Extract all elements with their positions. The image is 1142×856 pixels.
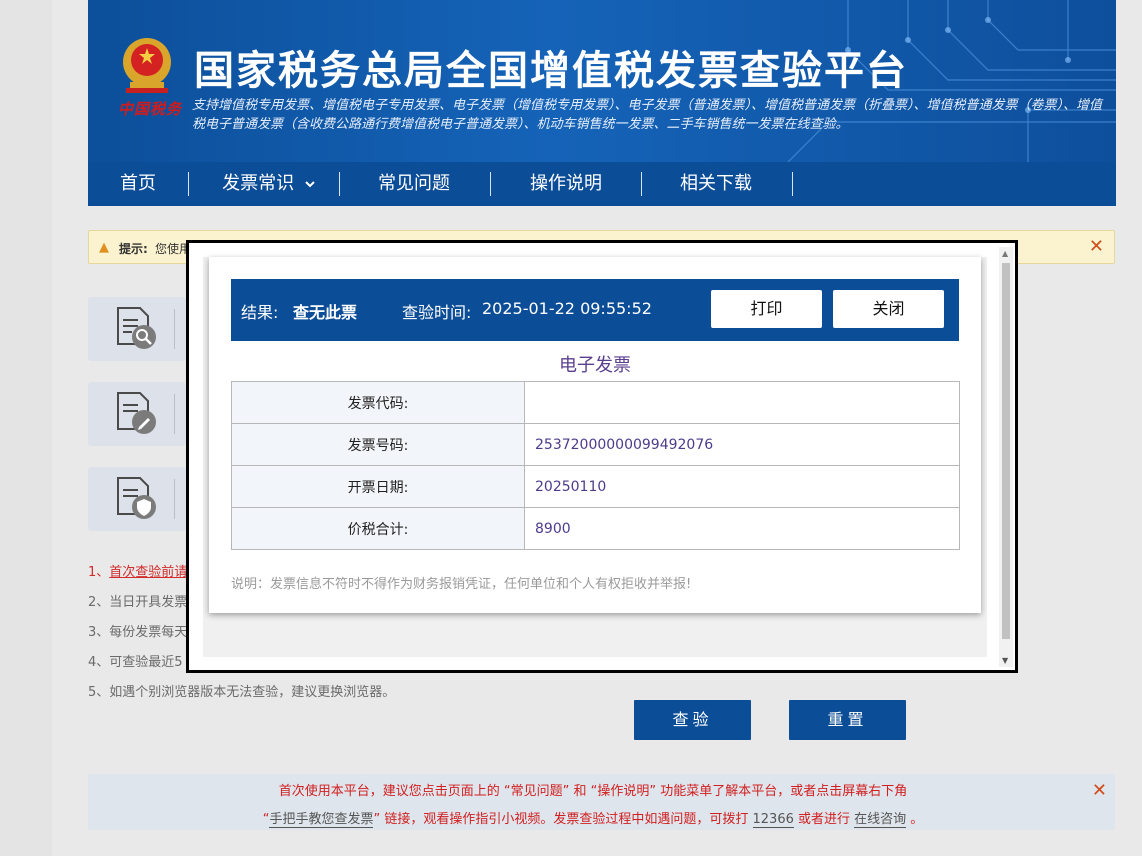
nav-item-home[interactable]: 首页 (102, 162, 174, 206)
invoice-number-value: 25372000000099492076 (524, 423, 960, 466)
close-icon[interactable]: ✕ (1092, 780, 1107, 801)
total-amount-label: 价税合计: (231, 507, 525, 550)
nav-divider (792, 172, 793, 196)
side-card-shield[interactable] (88, 467, 186, 531)
side-card-edit[interactable] (88, 382, 186, 446)
table-row: 开票日期: 20250110 (231, 465, 960, 508)
nav-divider (490, 172, 491, 196)
nav-item-downloads[interactable]: 相关下载 (666, 162, 766, 206)
document-shield-icon (117, 477, 156, 519)
invoice-type-title: 电子发票 (559, 355, 631, 376)
bottom-notice-line1: 首次使用本平台，建议您点击页面上的 “常见问题” 和 “操作说明” 功能菜单了解… (278, 784, 908, 799)
bottom-text: 链接，观看操作指引小视频。发票查验过程中如遇问题，可拨打 (380, 812, 753, 827)
bottom-notice-line2: “手把手教您查发票” 链接，观看操作指引小视频。发票查验过程中如遇问题，可拨打 … (88, 808, 1098, 828)
first-check-link[interactable]: 首次查验前请 (109, 565, 187, 580)
modal-scrollbar[interactable]: ▲ ▼ (999, 247, 1013, 667)
print-button[interactable]: 打印 (711, 290, 822, 328)
invoice-number-label: 发票号码: (231, 423, 525, 466)
bottom-text: 或者进行 (793, 812, 855, 827)
scroll-thumb[interactable] (1002, 263, 1010, 639)
hotline-link[interactable]: 12366 (752, 812, 794, 828)
national-emblem-icon (123, 38, 171, 93)
main-nav: 首页 发票常识 常见问题 操作说明 相关下载 (88, 162, 1116, 206)
site-title: 国家税务总局全国增值税发票查验平台 (194, 48, 908, 94)
site-subtitle: 支持增值税专用发票、增值税电子专用发票、电子发票（增值税专用发票）、电子发票（普… (192, 98, 1103, 132)
check-button[interactable]: 查验 (634, 700, 751, 740)
note-item: 5、如遇个别浏览器版本无法查验，建议更换浏览器。 (88, 685, 396, 700)
nav-divider (641, 172, 642, 196)
invoice-info-table: 发票代码: 发票号码: 25372000000099492076 开票日期: 2… (231, 381, 960, 550)
bottom-text: 。 (906, 812, 924, 827)
side-card-divider (174, 394, 175, 434)
tip-label: 提示: (119, 242, 148, 256)
table-row: 价税合计: 8900 (231, 507, 960, 550)
reset-button[interactable]: 重置 (789, 700, 906, 740)
invoice-code-value (524, 381, 960, 424)
nav-item-instructions[interactable]: 操作说明 (516, 162, 616, 206)
nav-item-invoice-knowledge[interactable]: 发票常识 (214, 162, 324, 206)
close-icon[interactable]: ✕ (1089, 236, 1104, 257)
video-guide-link[interactable]: 手把手教您查发票 (269, 812, 374, 828)
check-time-value: 2025-01-22 09:55:52 (482, 299, 652, 318)
close-button[interactable]: 关闭 (833, 290, 944, 328)
emblem-caption: 中国税务 (118, 100, 183, 118)
scroll-up-icon[interactable]: ▲ (1002, 249, 1008, 258)
table-row: 发票代码: (231, 381, 960, 424)
issue-date-label: 开票日期: (231, 465, 525, 508)
nav-divider (339, 172, 340, 196)
result-label: 结果: (241, 303, 279, 322)
bottom-notice: 首次使用本平台，建议您点击页面上的 “常见问题” 和 “操作说明” 功能菜单了解… (88, 774, 1115, 830)
chevron-down-icon (305, 181, 315, 188)
online-consult-link[interactable]: 在线咨询 (854, 812, 907, 828)
document-edit-icon (117, 392, 156, 434)
table-row: 发票号码: 25372000000099492076 (231, 423, 960, 466)
check-time-label: 查验时间: (402, 303, 472, 322)
side-card-divider (174, 479, 175, 519)
result-value: 查无此票 (293, 303, 358, 322)
nav-divider (188, 172, 189, 196)
result-card: 结果: 查无此票 查验时间: 2025-01-22 09:55:52 打印 关闭… (209, 257, 981, 613)
issue-date-value: 20250110 (524, 465, 960, 508)
result-modal: ▲ ▼ 结果: 查无此票 查验时间: 2025-01-22 09:55:52 打… (186, 240, 1018, 673)
invoice-code-label: 发票代码: (231, 381, 525, 424)
disclaimer-note: 说明：发票信息不符时不得作为财务报销凭证，任何单位和个人有权拒收并举报! (231, 577, 692, 592)
result-header: 结果: 查无此票 查验时间: 2025-01-22 09:55:52 打印 关闭 (231, 279, 959, 341)
side-card-search[interactable] (88, 297, 186, 361)
total-amount-value: 8900 (524, 507, 960, 550)
speaker-icon: ▲ (99, 240, 109, 255)
site-header: 中国税务 国家税务总局全国增值税发票查验平台 支持增值税专用发票、增值税电子专用… (88, 0, 1116, 162)
document-search-icon (117, 307, 156, 349)
note-prefix: 1、 (88, 565, 110, 580)
side-card-divider (174, 309, 175, 349)
nav-item-label: 发票常识 (222, 173, 295, 194)
nav-item-faq[interactable]: 常见问题 (364, 162, 464, 206)
scroll-down-icon[interactable]: ▼ (1002, 656, 1008, 665)
